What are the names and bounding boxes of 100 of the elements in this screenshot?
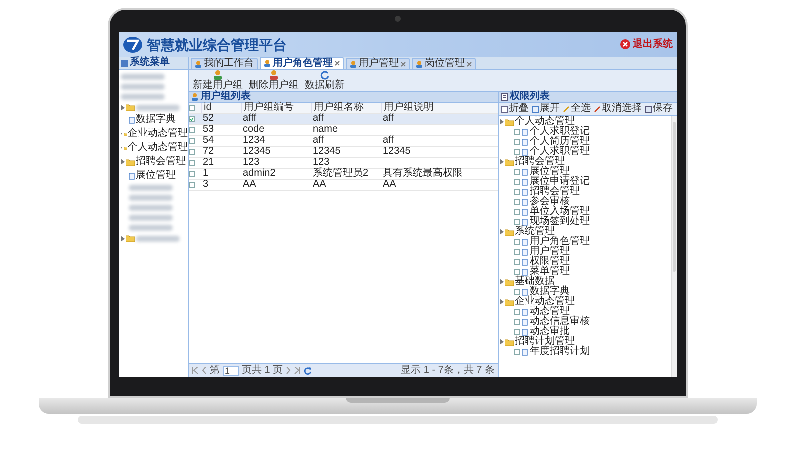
table-cell-text: 72: [202, 147, 216, 157]
last-page-icon[interactable]: [294, 367, 302, 374]
tree-node[interactable]: 基础数据: [515, 277, 555, 287]
table-cell-text: aff: [312, 136, 325, 146]
tree-node[interactable]: 系统管理: [515, 227, 555, 237]
tab[interactable]: 用户管理: [346, 58, 410, 69]
menu-item[interactable]: 展位管理: [136, 171, 176, 181]
table-cell-text: afff: [242, 114, 258, 124]
checkbox[interactable]: [514, 169, 520, 175]
tree-node[interactable]: 企业动态管理: [515, 297, 575, 307]
toolbar-button[interactable]: 取消选择: [594, 104, 642, 114]
blurred-item: [121, 94, 165, 100]
checkbox[interactable]: [189, 160, 195, 166]
arrow-icon: [500, 159, 504, 165]
logo-icon: [123, 36, 143, 54]
tree-node[interactable]: 单位入场管理: [530, 207, 590, 217]
page-icon: [129, 116, 135, 124]
tree-node[interactable]: 年度招聘计划: [530, 347, 590, 357]
toolbar-button[interactable]: 展开: [532, 104, 560, 114]
tree-node[interactable]: 菜单管理: [530, 267, 570, 277]
delete-icon: [269, 70, 279, 80]
arrow-icon: [500, 279, 504, 285]
page-input[interactable]: 1: [223, 366, 239, 376]
tree-node[interactable]: 数据字典: [530, 287, 570, 297]
checkbox[interactable]: [514, 349, 520, 355]
scrollbar[interactable]: [671, 116, 677, 377]
column-header[interactable]: id: [201, 103, 241, 113]
menu-item[interactable]: 招聘会管理: [136, 157, 186, 167]
tree-node[interactable]: 个人动态管理: [515, 117, 575, 127]
logout-button[interactable]: 退出系统: [620, 39, 673, 50]
checkbox[interactable]: [189, 149, 195, 155]
tree-node[interactable]: 权限管理: [530, 257, 570, 267]
next-page-icon[interactable]: [286, 367, 292, 374]
tab[interactable]: 我的工作台: [191, 58, 258, 69]
tree-node[interactable]: 招聘计划管理: [515, 337, 575, 347]
tree-node[interactable]: 参会审核: [530, 197, 570, 207]
checkbox[interactable]: [514, 319, 520, 325]
toolbar-button[interactable]: 全选: [563, 104, 591, 114]
tab-icon: [350, 60, 357, 68]
table-cell-text: 系统管理员2: [312, 169, 370, 179]
toolbar-button[interactable]: 数据刷新: [305, 70, 345, 91]
table-cell-text: AA: [382, 180, 398, 190]
toolbar-button[interactable]: 折叠: [501, 104, 529, 114]
checkbox[interactable]: [189, 138, 195, 144]
first-page-icon[interactable]: [192, 367, 199, 374]
blurred-item: [129, 205, 173, 211]
pager-label: 页共 1 页: [242, 366, 284, 376]
sidebar-title: 系统菜单: [130, 58, 170, 68]
checkbox[interactable]: [514, 269, 520, 275]
close-icon: [620, 39, 631, 50]
checkbox[interactable]: [514, 149, 520, 155]
tab[interactable]: 用户角色管理: [260, 57, 344, 69]
checkbox[interactable]: [189, 127, 195, 133]
tree-node[interactable]: 用户管理: [530, 247, 570, 257]
tree-node[interactable]: 招聘会管理: [530, 187, 580, 197]
page-icon: [129, 172, 135, 180]
checkbox[interactable]: [514, 199, 520, 205]
toolbar-button[interactable]: 删除用户组: [249, 70, 299, 91]
toolbar-button[interactable]: 保存: [645, 104, 673, 114]
tree-node[interactable]: 展位管理: [530, 167, 570, 177]
previous-page-icon[interactable]: [202, 367, 207, 374]
menu-item[interactable]: 个人动态管理: [128, 143, 188, 153]
tree-node[interactable]: 个人求职登记: [530, 127, 590, 137]
tree-node[interactable]: 动态信息审核: [530, 317, 590, 327]
toolbar-button[interactable]: 新建用户组: [193, 70, 243, 91]
scroll-thumb[interactable]: [673, 122, 676, 272]
checkbox[interactable]: [189, 182, 195, 188]
arrow-icon: [500, 299, 504, 305]
tree-node[interactable]: 动态审批: [530, 327, 570, 337]
tree-node[interactable]: 用户角色管理: [530, 237, 590, 247]
group-icon: [191, 93, 199, 101]
arrow-icon: [121, 145, 123, 151]
checkbox[interactable]: [514, 209, 520, 215]
checkbox[interactable]: [514, 189, 520, 195]
tree-node[interactable]: 现场签到处理: [530, 217, 590, 227]
checkbox[interactable]: [514, 259, 520, 265]
checkbox[interactable]: [514, 309, 520, 315]
menu-item[interactable]: 企业动态管理: [128, 129, 188, 139]
checkbox[interactable]: [514, 239, 520, 245]
tree-node[interactable]: 招聘会管理: [515, 157, 565, 167]
table-cell-text: aff: [382, 114, 395, 124]
checkbox[interactable]: [189, 171, 195, 177]
arrow-icon: [500, 229, 504, 235]
menu-item[interactable]: 数据字典: [136, 115, 176, 125]
tree-node[interactable]: 展位申请登记: [530, 177, 590, 187]
table-cell-text: 52: [202, 114, 216, 124]
tree-node[interactable]: 个人简历管理: [530, 137, 590, 147]
checkbox[interactable]: [514, 139, 520, 145]
checkbox[interactable]: [189, 105, 195, 111]
checkbox[interactable]: [514, 289, 520, 295]
tab[interactable]: 岗位管理: [412, 58, 476, 69]
checkbox[interactable]: [514, 219, 520, 225]
tree-node[interactable]: 个人求职管理: [530, 147, 590, 157]
checkbox[interactable]: [514, 329, 520, 335]
checkbox[interactable]: [514, 129, 520, 135]
checkbox[interactable]: [514, 249, 520, 255]
checkbox[interactable]: [514, 179, 520, 185]
tree-node[interactable]: 动态管理: [530, 307, 570, 317]
refresh-icon[interactable]: [304, 366, 312, 374]
table-cell-text: name: [312, 125, 340, 135]
